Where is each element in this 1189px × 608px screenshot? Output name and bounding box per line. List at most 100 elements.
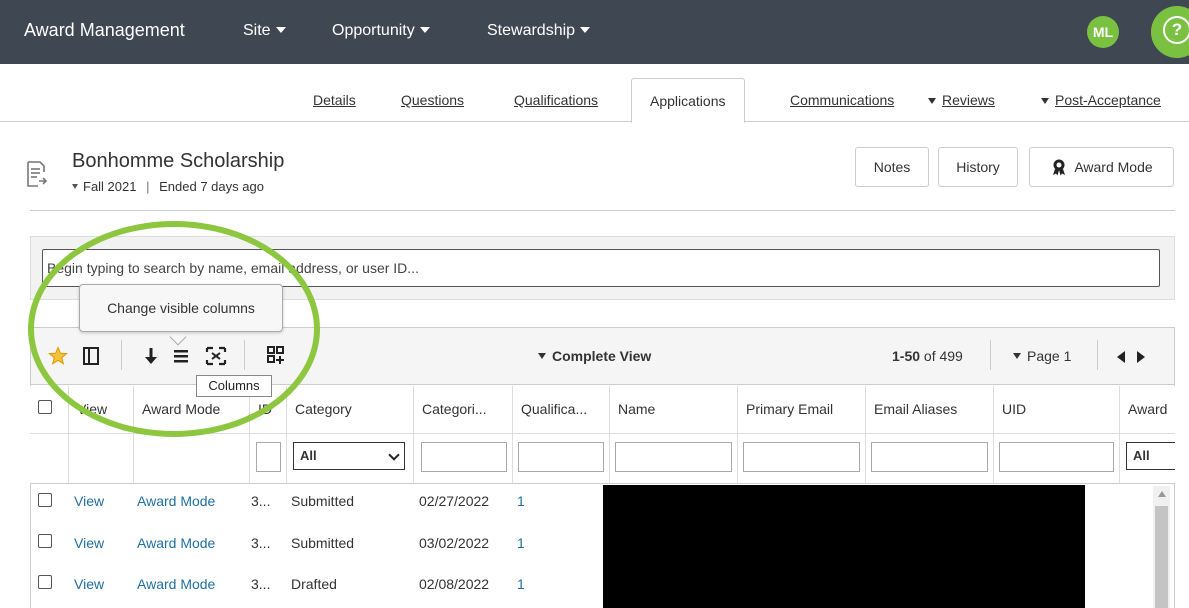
date-cell: 03/02/2022 [419,535,490,551]
award-ribbon-icon [1053,159,1066,176]
nav-site[interactable]: Site [243,22,286,40]
row-checkbox[interactable] [38,534,52,548]
record-total: of 499 [920,348,963,364]
primary-email-filter-input[interactable] [743,442,860,472]
tab-post-acceptance-label: Post-Acceptance [1055,92,1161,108]
award-mode-label: Award Mode [1074,159,1153,175]
view-link[interactable]: View [74,493,104,509]
filter-cell [866,434,994,484]
filter-cell [414,434,513,484]
opportunity-tabs: Details Questions Qualifications Applica… [0,78,1189,123]
tab-post-acceptance[interactable]: Post-Acceptance [1041,92,1161,108]
name-filter-input[interactable] [615,442,732,472]
row-checkbox[interactable] [38,575,52,589]
chevron-down-icon [1041,98,1049,104]
term-label: Fall 2021 [83,179,137,194]
add-widget-icon[interactable] [266,345,286,365]
tab-reviews-label: Reviews [942,92,995,108]
award-filter-value: All [1133,448,1150,463]
id-cell: 3... [251,576,271,592]
column-header-category-date[interactable]: Categori... [414,386,513,434]
id-filter-input[interactable] [256,442,281,472]
filter-cell [738,434,866,484]
qualifications-link[interactable]: 1 [517,493,525,509]
scroll-up-icon[interactable] [1158,491,1166,497]
chevron-down-icon [538,353,546,359]
filter-cell [994,434,1120,484]
chevron-down-icon [419,27,430,33]
email-aliases-filter-input[interactable] [871,442,988,472]
select-all-checkbox[interactable] [38,400,52,414]
filter-cell [513,434,610,484]
tab-questions[interactable]: Questions [401,92,464,108]
next-page-icon[interactable] [1137,351,1145,363]
category-cell: Drafted [291,576,337,592]
document-list-icon [27,161,48,187]
status-text: Ended 7 days ago [159,179,264,194]
column-header-uid[interactable]: UID [994,386,1120,434]
category-filter-select[interactable]: All [293,442,405,470]
filter-cell [69,434,134,484]
column-header-qualifications[interactable]: Qualifica... [513,386,610,434]
panel-toggle-icon[interactable] [83,347,99,365]
award-mode-button[interactable]: Award Mode [1029,147,1174,187]
view-link[interactable]: View [74,576,104,592]
search-input[interactable] [42,249,1160,287]
help-icon: ? [1163,16,1189,44]
fit-columns-icon[interactable] [205,346,227,366]
date-cell: 02/08/2022 [419,576,490,592]
category-cell: Submitted [291,493,355,509]
scroll-thumb[interactable] [1155,506,1168,608]
column-header-name[interactable]: Name [610,386,738,434]
award-filter-select[interactable]: All [1126,442,1175,470]
tab-reviews[interactable]: Reviews [928,92,995,108]
filter-cell [134,434,250,484]
nav-opportunity-label: Opportunity [332,22,415,39]
view-link[interactable]: View [74,535,104,551]
column-header-category[interactable]: Category [287,386,414,434]
select-all-header [30,386,69,434]
chevron-down-icon [275,27,286,33]
category-cell: Submitted [291,535,355,551]
filter-cell: All [1120,434,1175,484]
tab-applications[interactable]: Applications [631,78,745,123]
qualifications-link[interactable]: 1 [517,535,525,551]
award-mode-link[interactable]: Award Mode [137,576,215,592]
column-header-primary-email[interactable]: Primary Email [738,386,866,434]
qualifications-filter-input[interactable] [518,442,604,472]
user-avatar[interactable]: ML [1087,16,1119,48]
award-mode-link[interactable]: Award Mode [137,535,215,551]
view-selector[interactable]: Complete View [538,348,651,364]
toolbar-separator [244,340,245,370]
app-title[interactable]: Award Management [24,20,185,41]
term-selector[interactable]: Fall 2021 [72,179,136,194]
filter-cell [30,434,69,484]
category-date-filter-input[interactable] [421,442,507,472]
nav-stewardship[interactable]: Stewardship [487,22,591,40]
uid-filter-input[interactable] [999,442,1114,472]
star-icon[interactable] [48,346,68,366]
notes-button[interactable]: Notes [855,147,929,187]
filter-cell [610,434,738,484]
column-header-email-aliases[interactable]: Email Aliases [866,386,994,434]
page-selector[interactable]: Page 1 [1013,348,1071,364]
history-button[interactable]: History [938,147,1018,187]
columns-mini-tooltip: Columns [196,375,272,397]
filter-cell: All [287,434,414,484]
separator: | [146,179,150,194]
column-header-view[interactable]: View [69,386,134,434]
help-button[interactable]: ? [1151,6,1189,58]
chevron-down-icon [928,98,936,104]
download-icon[interactable] [143,346,159,366]
tab-details[interactable]: Details [313,92,356,108]
columns-icon[interactable] [173,348,189,364]
column-header-award[interactable]: Award [1120,386,1175,434]
tab-qualifications[interactable]: Qualifications [514,92,598,108]
tab-communications[interactable]: Communications [790,92,894,108]
previous-page-icon[interactable] [1117,351,1125,363]
nav-opportunity[interactable]: Opportunity [332,22,430,40]
award-mode-link[interactable]: Award Mode [137,493,215,509]
row-checkbox[interactable] [38,493,52,507]
qualifications-link[interactable]: 1 [517,576,525,592]
nav-site-label: Site [243,22,271,39]
